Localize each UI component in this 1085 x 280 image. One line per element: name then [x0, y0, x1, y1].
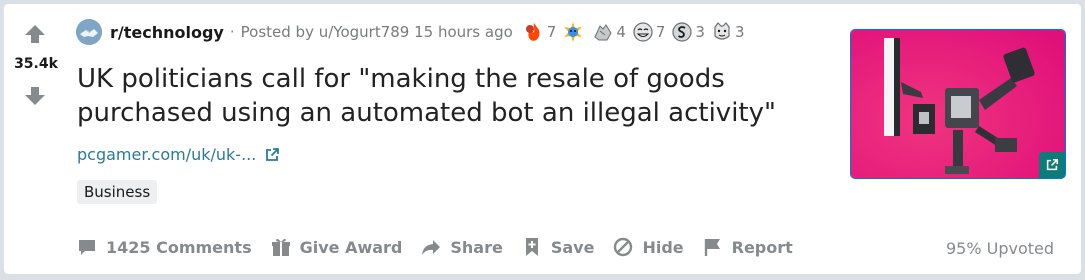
upvote-icon[interactable]: [23, 22, 47, 46]
award[interactable]: [562, 21, 586, 43]
laughing-award-icon: [633, 22, 653, 42]
hide-icon: [614, 237, 633, 257]
upvote-ratio: 95% Upvoted: [945, 239, 1054, 258]
share-button[interactable]: Share: [420, 236, 503, 258]
silver-hands-award-icon: [594, 24, 612, 41]
downvote-icon[interactable]: [23, 84, 47, 108]
awards-list[interactable]: 7 4 7 3 3: [523, 21, 751, 43]
comments-button[interactable]: 1425 Comments: [76, 236, 252, 258]
meta-separator: ·: [229, 23, 235, 41]
thumbnail-link-badge[interactable]: [1039, 152, 1065, 178]
vote-score: 35.4k: [14, 56, 58, 72]
post-card[interactable]: 35.4k r/technology · Posted by u/Yogurt7…: [4, 4, 1081, 274]
award[interactable]: 4: [592, 21, 626, 43]
handshake-icon: [76, 19, 102, 45]
post-actions: 1425 Comments Give Award Share Save Hide…: [76, 236, 811, 258]
face-award-icon: [714, 22, 730, 40]
save-button[interactable]: Save: [521, 236, 594, 258]
thumbnail-image: [851, 30, 1065, 178]
hide-button[interactable]: Hide: [612, 236, 684, 258]
s-coin-award-icon: [672, 22, 693, 42]
post-flair[interactable]: Business: [77, 180, 158, 204]
fire-award-icon: [525, 23, 540, 41]
link-domain[interactable]: pcgamer.com/uk/uk-...: [77, 145, 256, 164]
award[interactable]: 3: [671, 21, 705, 43]
bookmark-plus-icon: [525, 238, 538, 256]
subreddit-avatar[interactable]: [76, 19, 102, 45]
post-title[interactable]: UK politicians call for "making the resa…: [77, 62, 817, 130]
award[interactable]: 7: [523, 21, 556, 43]
posted-by[interactable]: Posted by u/Yogurt789 15 hours ago: [241, 23, 513, 41]
subreddit-link[interactable]: r/technology: [110, 23, 224, 42]
external-link-icon: [266, 147, 280, 161]
external-link-icon: [1046, 158, 1059, 171]
share-icon: [422, 240, 441, 255]
vote-column: 35.4k: [4, 4, 68, 124]
gift-icon: [271, 238, 290, 256]
flag-icon: [704, 239, 720, 256]
give-award-button[interactable]: Give Award: [270, 236, 402, 258]
award[interactable]: 7: [632, 21, 665, 43]
award[interactable]: 3: [711, 21, 745, 43]
comment-icon: [79, 240, 95, 255]
post-link[interactable]: pcgamer.com/uk/uk-...: [77, 145, 280, 164]
post-thumbnail[interactable]: [850, 29, 1066, 179]
wholesome-award-icon: [564, 22, 583, 42]
report-button[interactable]: Report: [702, 236, 793, 258]
post-meta: r/technology · Posted by u/Yogurt789 15 …: [76, 18, 751, 46]
